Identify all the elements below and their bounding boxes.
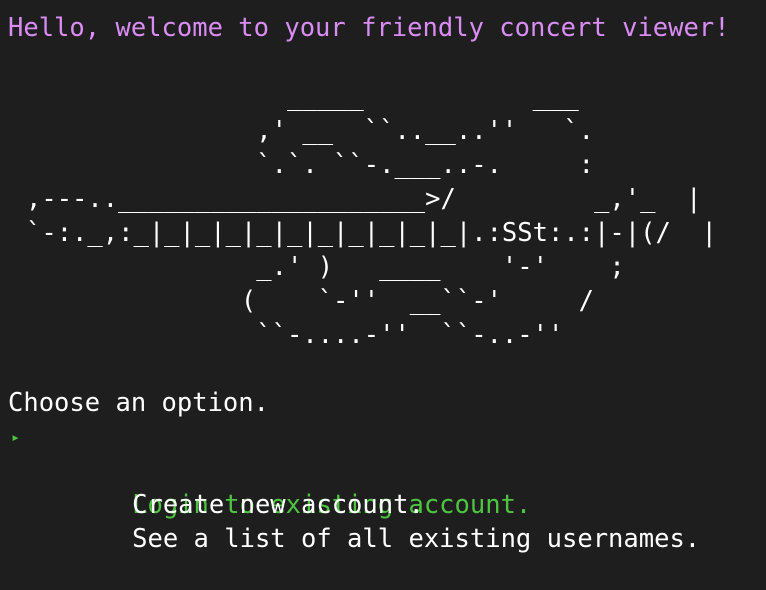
selection-pointer-icon: ▸ bbox=[11, 428, 21, 446]
terminal-window: Hello, welcome to your friendly concert … bbox=[0, 0, 766, 554]
menu-item-create-account[interactable]: Create new account. bbox=[8, 454, 700, 520]
menu-item-label: See a list of all existing usernames. bbox=[132, 524, 701, 554]
welcome-message: Hello, welcome to your friendly concert … bbox=[8, 13, 730, 43]
menu-item-list-usernames[interactable]: See a list of all existing usernames. bbox=[8, 488, 700, 554]
menu-prompt: Choose an option. bbox=[8, 388, 269, 418]
menu-item-login[interactable]: ▸ Login to existing account. bbox=[8, 420, 700, 520]
guitar-ascii-art: _____ ___ ,' __ ``..__..'' `. `.`. ``-._… bbox=[26, 82, 717, 350]
option-menu: ▸ Login to existing account. Create new … bbox=[8, 420, 700, 554]
